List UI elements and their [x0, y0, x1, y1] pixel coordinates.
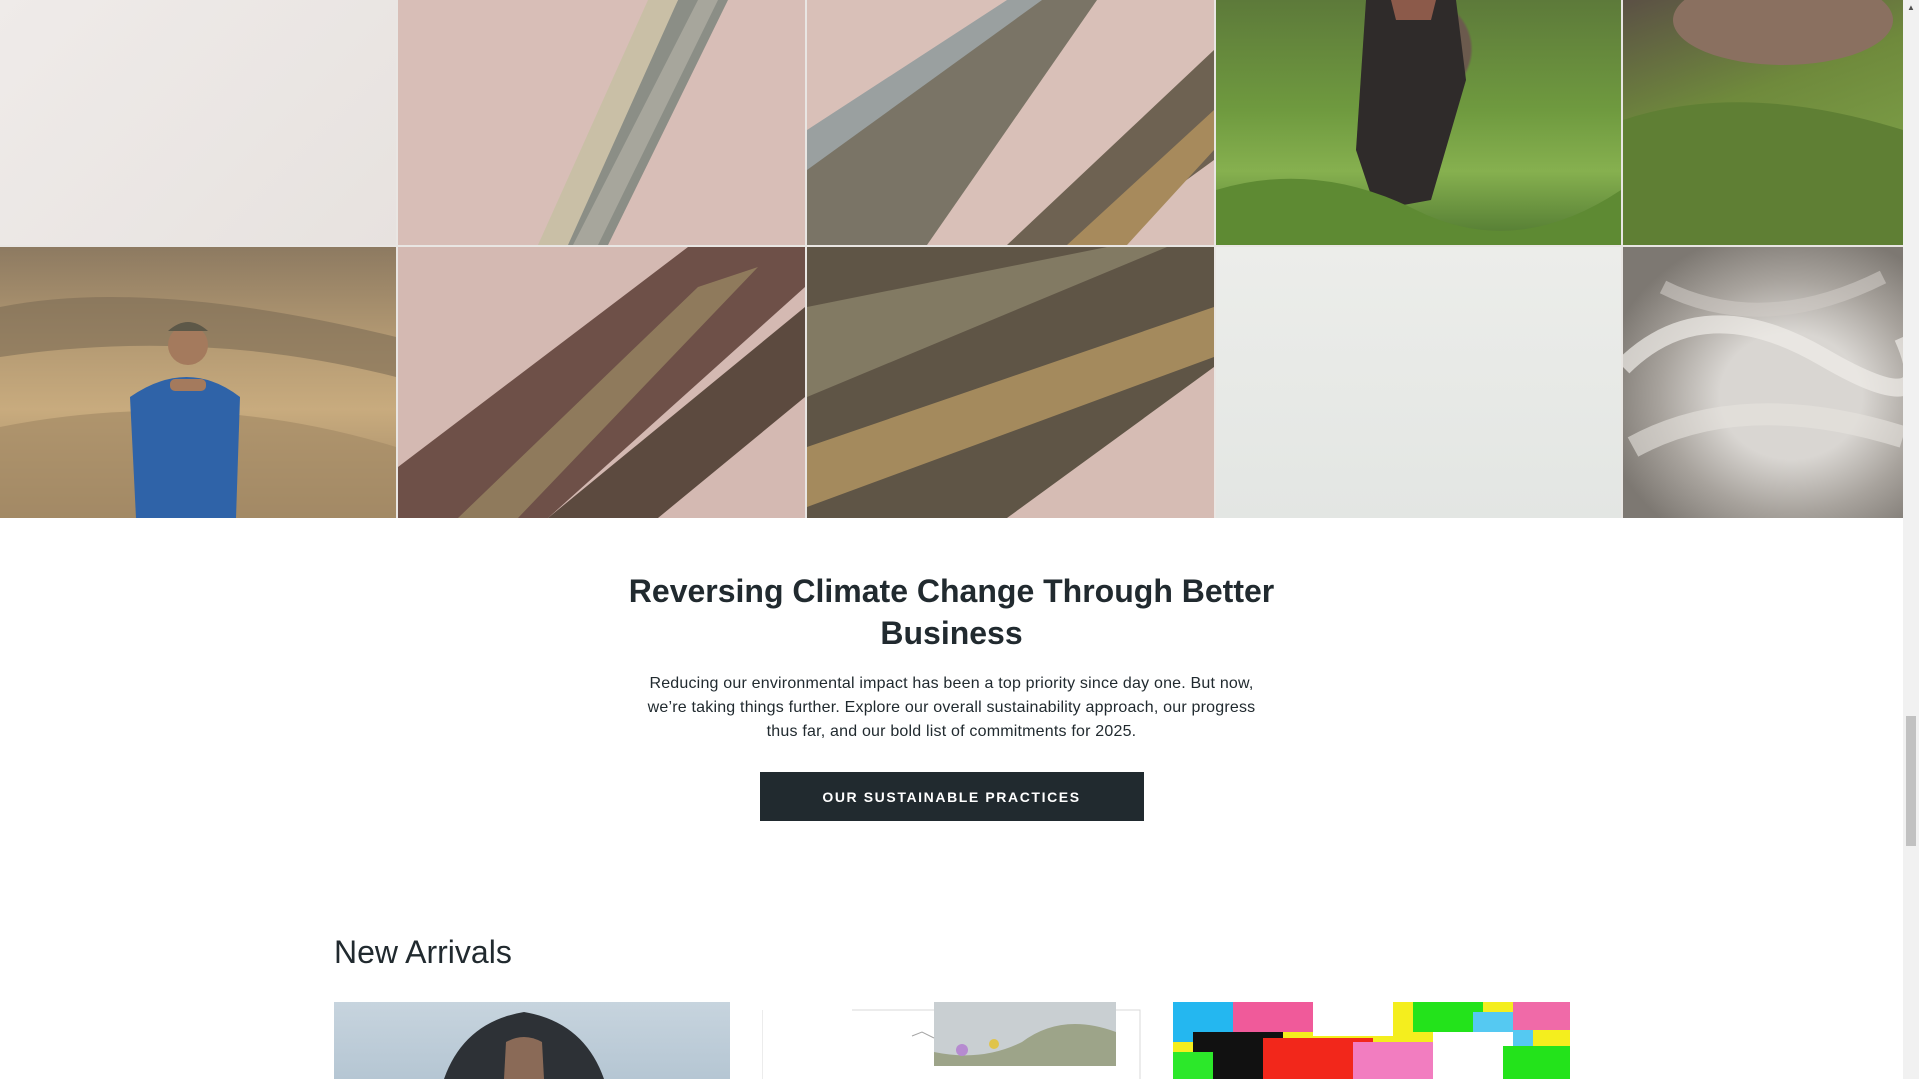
product-card-3-image[interactable]: [1173, 1002, 1570, 1079]
grid-tile-hands-in-soil: [1623, 0, 1903, 245]
page-scrollbar[interactable]: ▲: [1903, 0, 1919, 1079]
sustainable-practices-button[interactable]: OUR SUSTAINABLE PRACTICES: [759, 772, 1144, 821]
grid-tile-wool-fibers: [1623, 247, 1903, 518]
grid-tile-eucalyptus-trunk: [398, 247, 805, 518]
grid-tile-plain-light: [1216, 247, 1621, 518]
grid-tile-eucalyptus-branch: [398, 0, 805, 245]
product-card-1-image[interactable]: [334, 1002, 730, 1079]
grid-tile-boot-on-grass: [1216, 0, 1621, 245]
new-arrivals-heading: New Arrivals: [334, 934, 512, 970]
scroll-up-arrow-icon[interactable]: ▲: [1903, 0, 1919, 16]
section-description: Reducing our environmental impact has be…: [647, 675, 1256, 740]
scrollbar-thumb[interactable]: [1906, 716, 1916, 846]
grid-tile-eucalyptus-branch-2: [807, 0, 1214, 245]
grid-tile-eucalyptus-trunk-2: [807, 247, 1214, 518]
grid-tile-farmer-portrait: [0, 247, 396, 518]
grid-tile-blank: [0, 0, 396, 245]
hero-image-grid: [0, 0, 1903, 518]
section-heading: Reversing Climate Change Through Better …: [628, 573, 1275, 651]
page: Reversing Climate Change Through Better …: [0, 0, 1903, 1079]
product-card-2-image[interactable]: [762, 1002, 1142, 1079]
sustainability-section: Reversing Climate Change Through Better …: [0, 518, 1903, 821]
